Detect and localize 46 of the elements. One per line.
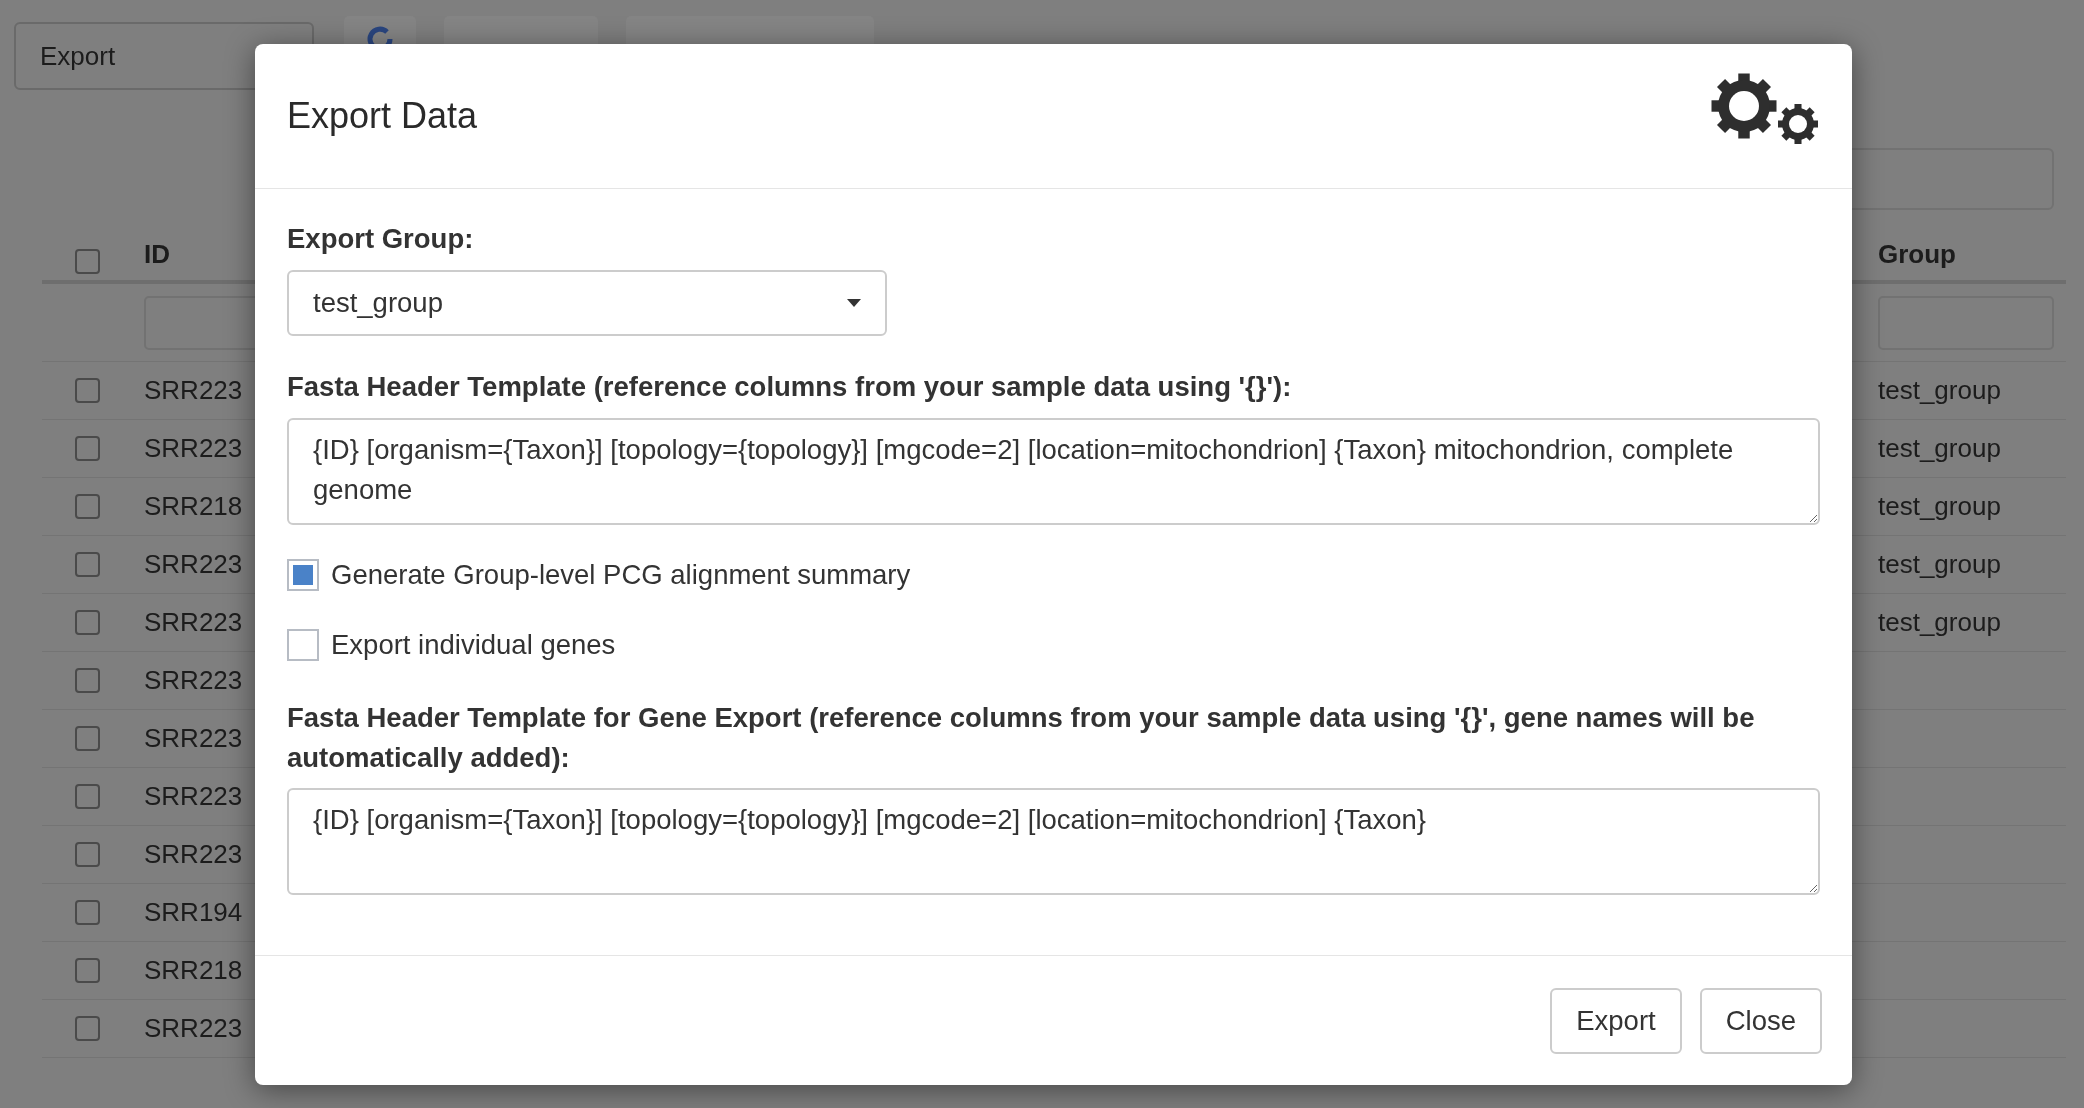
table-cell-text: SRR194 xyxy=(144,896,243,929)
checkbox[interactable] xyxy=(75,436,100,461)
table-cell-text: SRR223 xyxy=(144,548,243,581)
dialog-button[interactable]: Close xyxy=(1699,987,1822,1054)
checkbox[interactable] xyxy=(75,552,100,577)
table-cell-text: SRR223 xyxy=(144,374,243,407)
table-cell-text: SRR218 xyxy=(144,490,243,523)
table-cell: test_group xyxy=(1878,607,2001,637)
column-header: ID xyxy=(144,238,170,271)
template-field[interactable]: {ID} [organism={Taxon}] [topology={topology}] [mgcode=2] [location=mitochondrion] {Taxon} mitochondrion, complete genome xyxy=(287,418,1820,525)
table-cell-text: SRR223 xyxy=(144,722,243,755)
checkbox[interactable] xyxy=(75,726,100,751)
table-cell-text: SRR223 xyxy=(144,780,243,813)
checkbox[interactable] xyxy=(75,1016,100,1041)
table-cell-text: SRR223 xyxy=(144,838,243,871)
dialog-title: Export Data xyxy=(287,94,478,138)
checkbox[interactable] xyxy=(75,958,100,983)
checkbox[interactable] xyxy=(287,629,319,661)
checkbox[interactable] xyxy=(75,784,100,809)
column-header: Group xyxy=(1878,238,1957,271)
group-select[interactable]: test_group xyxy=(287,270,887,336)
table-cell-text: SRR223 xyxy=(144,432,243,465)
checkbox[interactable] xyxy=(75,494,100,519)
checkbox[interactable] xyxy=(75,842,100,867)
template-field[interactable]: {ID} [organism={Taxon}] [topology={topology}] [mgcode=2] [location=mitochondrion] {Taxon} xyxy=(287,788,1820,895)
checkbox[interactable] xyxy=(75,610,100,635)
table-cell: test_group xyxy=(1878,375,2001,405)
field-label: Export Group: xyxy=(287,223,475,255)
caret-icon xyxy=(847,299,861,307)
table-cell: test_group xyxy=(1878,491,2001,521)
checkbox[interactable] xyxy=(75,900,100,925)
option-label: Export individual genes xyxy=(331,629,616,661)
table-cell: test_group xyxy=(1878,433,2001,463)
table-cell-text: SRR223 xyxy=(144,664,243,697)
checkbox[interactable] xyxy=(75,249,100,274)
checkbox[interactable] xyxy=(75,668,100,693)
field-label: Fasta Header Template (reference columns from your sample data using '{}'): xyxy=(287,371,1293,403)
table-cell-text: SRR223 xyxy=(144,1012,243,1045)
checkbox[interactable] xyxy=(75,378,100,403)
field-label: Fasta Header Template for Gene Export (reference columns from your sample data using '{}', gene names will be automatically added): xyxy=(287,701,1756,775)
table-cell: test_group xyxy=(1878,549,2001,579)
checkbox[interactable] xyxy=(287,559,319,591)
option-label: Generate Group-level PCG alignment summary xyxy=(331,559,911,591)
dialog-button[interactable]: Export xyxy=(1550,987,1682,1054)
table-cell-text: SRR218 xyxy=(144,954,243,987)
table-cell-text: SRR223 xyxy=(144,606,243,639)
